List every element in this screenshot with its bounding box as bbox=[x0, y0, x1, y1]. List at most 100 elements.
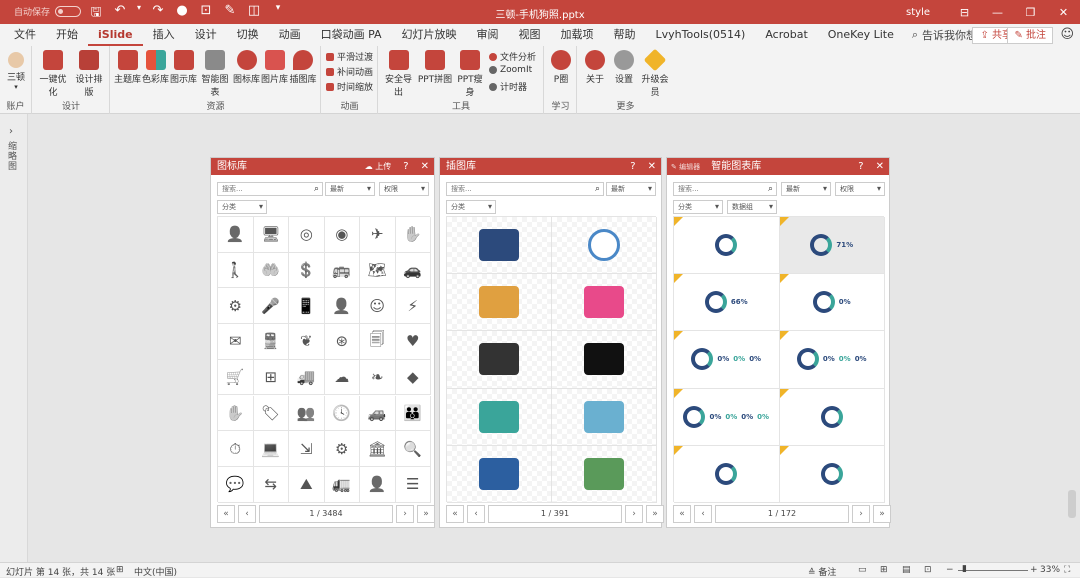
sort-dropdown[interactable]: 最新 bbox=[325, 182, 375, 196]
person-circle-icon[interactable]: ☺ bbox=[360, 288, 396, 325]
prev-page-button[interactable]: ‹ bbox=[467, 505, 485, 523]
language-indicator[interactable]: 中文(中国) bbox=[134, 565, 177, 578]
person-pointing-icon[interactable]: 🚶 bbox=[218, 252, 254, 289]
category-dropdown[interactable]: 分类 bbox=[217, 200, 267, 214]
truck-parking-icon[interactable]: 🚚 bbox=[289, 359, 325, 396]
smooth-transition-button[interactable]: 平滑过渡 bbox=[326, 50, 373, 63]
chart-template-thumb[interactable] bbox=[674, 217, 780, 275]
ppt-puzzle-button[interactable]: PPT拼图 bbox=[417, 50, 453, 85]
sorter-view-icon[interactable]: ⊞ bbox=[880, 565, 888, 575]
windows-logo-icon[interactable]: ⊞ bbox=[253, 359, 289, 396]
last-page-button[interactable]: » bbox=[417, 505, 435, 523]
help-icon[interactable]: ? bbox=[630, 158, 635, 175]
help-icon[interactable]: ? bbox=[858, 158, 863, 175]
business-handshake-illustration[interactable] bbox=[447, 274, 552, 332]
zoom-out-icon[interactable]: − bbox=[946, 565, 954, 575]
search-icon[interactable]: ⌕ bbox=[314, 183, 319, 195]
tab-10[interactable]: 视图 bbox=[509, 24, 551, 46]
sort-dropdown[interactable]: 最新 bbox=[781, 182, 831, 196]
theme-library-button[interactable]: 主题库 bbox=[114, 50, 141, 85]
brain-gear-icon[interactable]: ⚙ bbox=[218, 288, 254, 325]
chart-template-thumb[interactable]: 66% bbox=[674, 274, 780, 332]
coin-circle-icon[interactable]: ⊛ bbox=[324, 324, 360, 360]
zoom-level[interactable]: 33% bbox=[1040, 565, 1060, 575]
zoom-slider[interactable] bbox=[958, 570, 1028, 571]
apple-logo-icon[interactable]: ◆ bbox=[395, 359, 431, 396]
close-icon[interactable]: ✕ bbox=[648, 158, 656, 175]
close-icon[interactable]: ✕ bbox=[1047, 6, 1080, 19]
p-circle-button[interactable]: P圈 bbox=[549, 50, 573, 85]
search-dollar-icon[interactable]: 🔍 bbox=[395, 431, 431, 467]
bus-icon[interactable]: 🚌 bbox=[324, 252, 360, 289]
data-group-dropdown[interactable]: 数据组 bbox=[727, 200, 777, 214]
comment-button[interactable]: ✎ 批注 bbox=[1007, 27, 1053, 44]
presentation-board-illustration[interactable] bbox=[447, 217, 552, 275]
accessibility-icon[interactable]: ⊞ bbox=[116, 565, 124, 575]
upload-button[interactable]: ☁ 上传 bbox=[365, 158, 392, 175]
tab-14[interactable]: Acrobat bbox=[755, 24, 817, 46]
last-page-button[interactable]: » bbox=[646, 505, 664, 523]
timer-button[interactable]: 计时器 bbox=[489, 80, 527, 93]
fit-slide-icon[interactable]: ⛶ bbox=[1064, 565, 1070, 575]
checklist-icon[interactable]: ☰ bbox=[395, 466, 431, 503]
tab-2[interactable]: iSlide bbox=[88, 24, 143, 46]
chart-template-thumb[interactable]: 0% 0% 0% 0% bbox=[674, 388, 780, 446]
chart-template-thumb[interactable]: 0% bbox=[779, 274, 885, 332]
tab-3[interactable]: 插入 bbox=[143, 24, 185, 46]
leaf-globe-icon[interactable]: ❧ bbox=[360, 359, 396, 396]
category-dropdown[interactable]: 分类 bbox=[446, 200, 496, 214]
chart-template-thumb[interactable] bbox=[779, 445, 885, 503]
prev-page-button[interactable]: ‹ bbox=[694, 505, 712, 523]
steps-icon[interactable]: ⇲ bbox=[289, 431, 325, 467]
next-page-button[interactable]: › bbox=[396, 505, 414, 523]
heart-icon[interactable]: ♥ bbox=[395, 324, 431, 360]
stopwatch-icon[interactable]: ⏱ bbox=[218, 431, 254, 467]
tab-15[interactable]: OneKey Lite bbox=[818, 24, 904, 46]
train-icon[interactable]: 🚆 bbox=[253, 324, 289, 360]
time-scale-button[interactable]: 时间缩放 bbox=[326, 80, 373, 93]
laptop-chart-icon[interactable]: 💻 bbox=[253, 431, 289, 467]
reading-view-icon[interactable]: ▤ bbox=[902, 565, 911, 575]
search-input[interactable]: 搜索... ⌕ bbox=[673, 182, 777, 196]
restore-icon[interactable]: ❐ bbox=[1014, 6, 1047, 19]
signpost-icon[interactable]: ⇆ bbox=[253, 466, 289, 503]
tab-4[interactable]: 设计 bbox=[185, 24, 227, 46]
rights-dropdown[interactable]: 权限 bbox=[379, 182, 429, 196]
people-group-icon[interactable]: 👥 bbox=[289, 395, 325, 432]
rights-dropdown[interactable]: 权限 bbox=[835, 182, 885, 196]
settings-button[interactable]: 设置 bbox=[610, 50, 638, 85]
upgrade-button[interactable]: 升级会员 bbox=[640, 48, 670, 98]
hand-heart-icon[interactable]: 🤲 bbox=[253, 252, 289, 289]
letter-gear-icon[interactable]: ✉ bbox=[218, 324, 254, 360]
chart-template-thumb[interactable]: 71% bbox=[779, 217, 885, 275]
minimize-icon[interactable]: — bbox=[981, 6, 1014, 19]
ribbon-display-icon[interactable]: ⊟ bbox=[948, 6, 981, 19]
airplane-icon[interactable]: ✈ bbox=[360, 217, 396, 253]
document-stack-icon[interactable]: 🗐 bbox=[360, 324, 396, 360]
next-page-button[interactable]: › bbox=[625, 505, 643, 523]
laptop-desk-illustration[interactable] bbox=[552, 274, 657, 332]
cart-money-icon[interactable]: 🛒 bbox=[218, 359, 254, 396]
cloud-chat-icon[interactable]: ☁ bbox=[324, 359, 360, 396]
vertical-scrollbar[interactable] bbox=[1068, 490, 1076, 518]
clock-icon[interactable]: 🕓 bbox=[324, 395, 360, 432]
category-dropdown[interactable]: 分类 bbox=[673, 200, 723, 214]
kidneys-icon[interactable]: ❦ bbox=[289, 324, 325, 360]
lightning-icon[interactable]: ⚡ bbox=[395, 288, 431, 325]
one-click-optimize-button[interactable]: 一键优化 bbox=[36, 50, 70, 98]
zoomit-button[interactable]: ZoomIt bbox=[489, 65, 532, 75]
search-icon[interactable]: ⌕ bbox=[768, 183, 773, 195]
bank-icon[interactable]: 🏛 bbox=[360, 431, 396, 467]
normal-view-icon[interactable]: ▭ bbox=[858, 565, 867, 575]
file-analysis-button[interactable]: 文件分析 bbox=[489, 50, 536, 63]
search-input[interactable]: 搜索... ⌕ bbox=[217, 182, 323, 196]
about-button[interactable]: 关于 bbox=[581, 50, 609, 85]
last-page-button[interactable]: » bbox=[873, 505, 891, 523]
head-gear-icon[interactable]: ⚙ bbox=[324, 431, 360, 467]
car-front-icon[interactable]: 🚗 bbox=[395, 252, 431, 289]
microphone-icon[interactable]: 🎤 bbox=[253, 288, 289, 325]
person-badge-icon[interactable]: 👤 bbox=[360, 466, 396, 503]
notes-button[interactable]: ≙ 备注 bbox=[808, 565, 836, 578]
crowd-silhouette-illustration[interactable] bbox=[552, 331, 657, 389]
close-icon[interactable]: ✕ bbox=[421, 158, 429, 175]
